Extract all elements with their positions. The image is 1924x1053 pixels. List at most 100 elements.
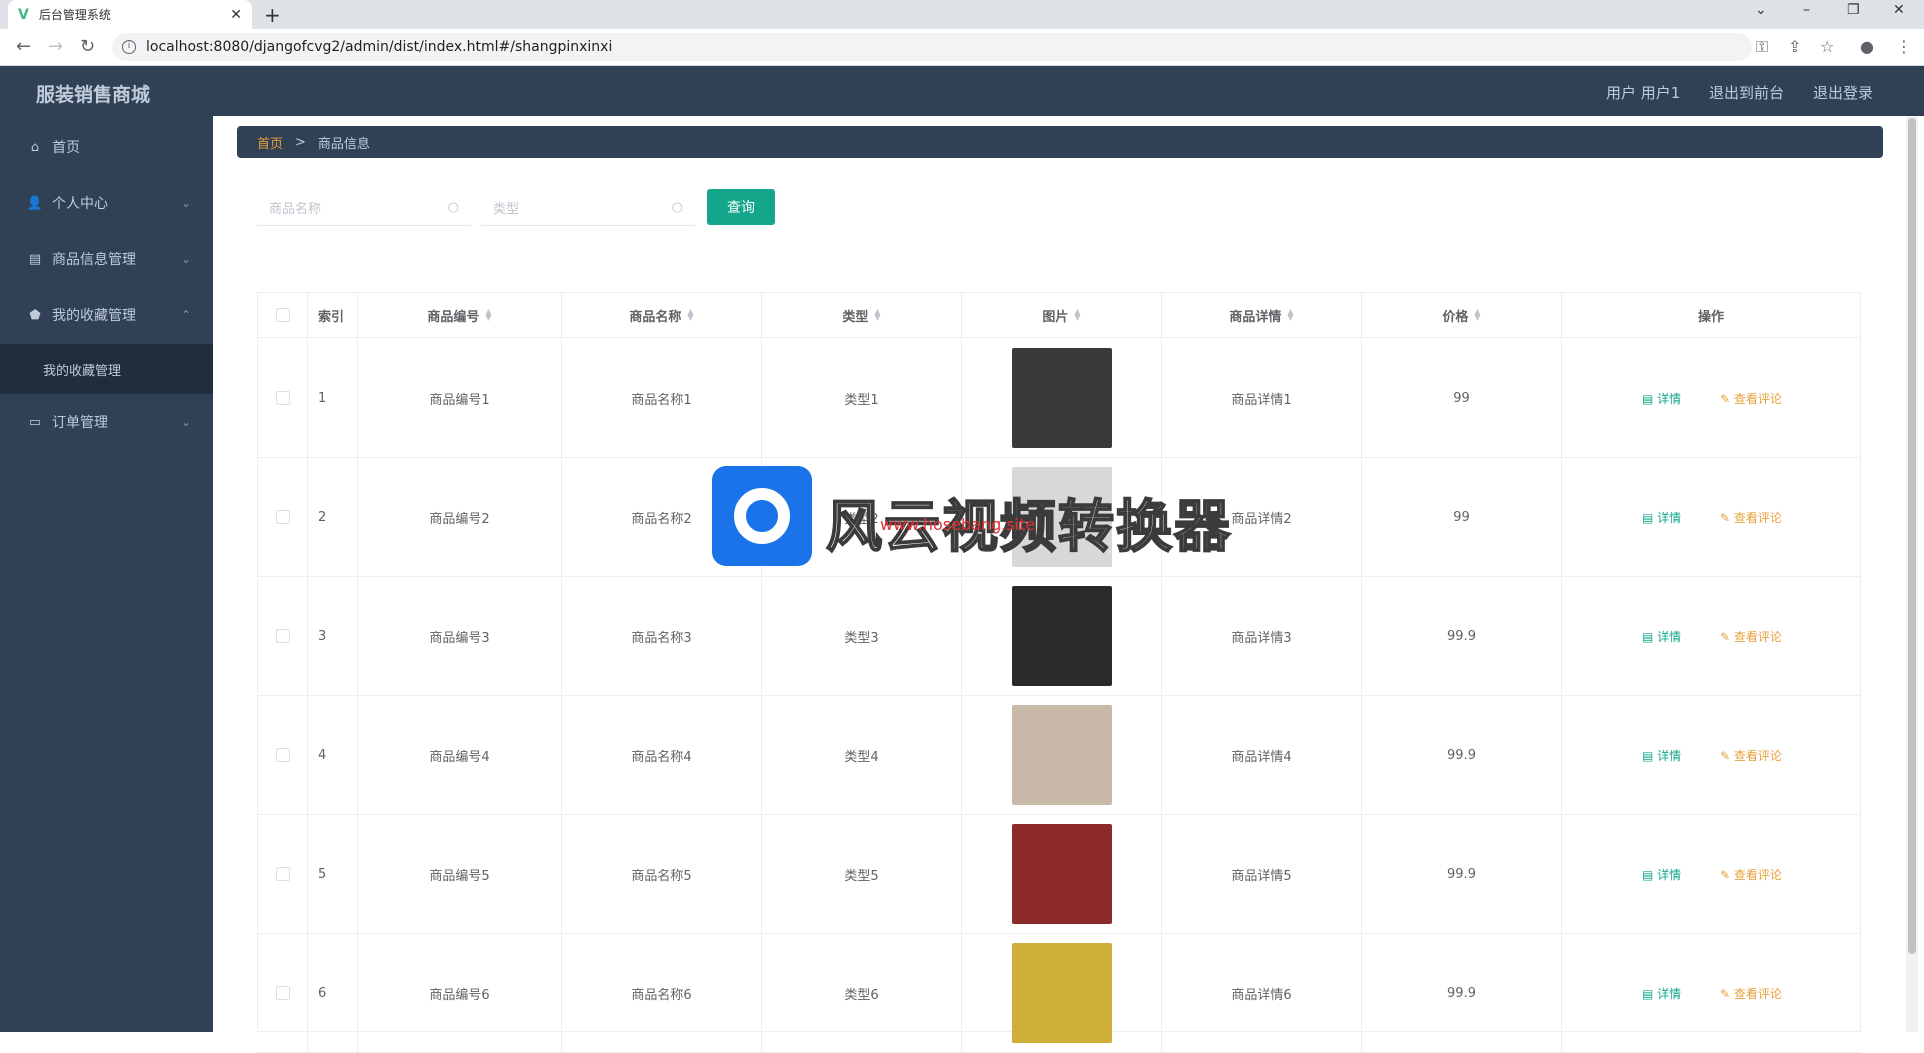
browser-tab[interactable]: V 后台管理系统 ✕ xyxy=(8,0,252,29)
product-name-search-input[interactable]: 商品名称 ○ xyxy=(257,190,471,226)
row-checkbox[interactable] xyxy=(275,391,290,405)
watermark-url: www.hosebang.site xyxy=(880,515,1036,534)
sidebar-item-favorites[interactable]: ⬟ 我的收藏管理 ⌃ xyxy=(0,287,213,343)
detail-button[interactable]: ▤ 详情 xyxy=(1642,509,1681,526)
sidebar-item-label: 商品信息管理 xyxy=(52,252,136,268)
view-review-button[interactable]: ✎ 查看评论 xyxy=(1720,509,1782,526)
home-icon: ⌂ xyxy=(30,139,40,155)
table-row: 6 商品编号6 商品名称6 类型6 商品详情6 99.9 ▤ 详情 ✎ 查看评论 xyxy=(258,934,1860,1053)
star-icon[interactable]: ☆ xyxy=(1820,37,1834,56)
detail-button[interactable]: ▤ 详情 xyxy=(1642,390,1681,407)
review-label: 查看评论 xyxy=(1733,629,1782,644)
window-close-icon[interactable]: ✕ xyxy=(1893,2,1905,18)
query-button[interactable]: 查询 xyxy=(707,189,775,225)
tab-list-icon[interactable]: ⌄ xyxy=(1755,2,1767,18)
order-icon: ▭ xyxy=(28,414,42,430)
cell-actions: ▤ 详情 ✎ 查看评论 xyxy=(1562,696,1860,814)
review-label: 查看评论 xyxy=(1733,391,1782,406)
sidebar-item-product-info[interactable]: ▤ 商品信息管理 ⌄ xyxy=(0,231,213,287)
cell-actions: ▤ 详情 ✎ 查看评论 xyxy=(1562,934,1860,1052)
view-review-button[interactable]: ✎ 查看评论 xyxy=(1720,866,1782,883)
header-image[interactable]: 图片 ▲ ▼ xyxy=(962,293,1162,337)
search-placeholder: 类型 xyxy=(493,202,520,217)
view-review-button[interactable]: ✎ 查看评论 xyxy=(1720,985,1782,1002)
cell-name: 商品名称3 xyxy=(562,577,762,695)
header-type[interactable]: 类型 ▲ ▼ xyxy=(762,293,962,337)
cell-actions: ▤ 详情 ✎ 查看评论 xyxy=(1562,815,1860,933)
key-icon[interactable]: ⚿ xyxy=(1756,37,1768,57)
address-bar[interactable]: i localhost:8080/djangofcvg2/admin/dist/… xyxy=(112,33,1752,61)
header-label: 图片 xyxy=(1042,309,1069,325)
view-review-button[interactable]: ✎ 查看评论 xyxy=(1720,628,1782,645)
detail-icon: ▤ xyxy=(1642,629,1658,644)
logout-link[interactable]: 退出登录 xyxy=(1813,82,1873,103)
row-checkbox[interactable] xyxy=(275,629,290,643)
cell-name: 商品名称5 xyxy=(562,815,762,933)
sort-icon[interactable]: ▲ ▼ xyxy=(485,308,491,322)
product-thumbnail[interactable] xyxy=(1011,943,1112,1043)
product-table: 索引 商品编号 ▲ ▼ 商品名称 ▲ ▼ 类型 ▲ ▼ 图片 ▲ ▼ 商品详情 ▲ ▼ 价… xyxy=(257,292,1861,1053)
cell-image xyxy=(962,577,1162,695)
menu-icon[interactable]: ⋮ xyxy=(1896,37,1912,56)
select-all-checkbox[interactable] xyxy=(275,308,290,322)
cell-index: 4 xyxy=(308,696,358,814)
back-icon[interactable]: ← xyxy=(16,36,31,57)
type-search-input[interactable]: 类型 ○ xyxy=(481,190,695,226)
cell-actions: ▤ 详情 ✎ 查看评论 xyxy=(1562,458,1860,576)
back-to-front-link[interactable]: 退出到前台 xyxy=(1709,82,1784,103)
tab-close-icon[interactable]: ✕ xyxy=(230,7,242,23)
review-icon: ✎ xyxy=(1720,986,1734,1001)
view-review-button[interactable]: ✎ 查看评论 xyxy=(1720,390,1782,407)
sidebar-item-label: 我的收藏管理 xyxy=(52,308,136,324)
detail-icon: ▤ xyxy=(1642,391,1658,406)
restore-icon[interactable]: ❐ xyxy=(1847,2,1860,18)
site-info-icon[interactable]: i xyxy=(122,40,136,54)
cell-image xyxy=(962,339,1162,457)
detail-label: 详情 xyxy=(1657,986,1682,1001)
view-review-button[interactable]: ✎ 查看评论 xyxy=(1720,747,1782,764)
reload-icon[interactable]: ↻ xyxy=(80,36,95,57)
detail-label: 详情 xyxy=(1657,867,1682,882)
sidebar-subitem-favorites[interactable]: 我的收藏管理 xyxy=(0,344,213,394)
product-thumbnail[interactable] xyxy=(1011,824,1112,924)
profile-icon[interactable]: ● xyxy=(1860,37,1874,56)
page-scrollbar[interactable] xyxy=(1906,116,1918,1032)
row-checkbox[interactable] xyxy=(275,748,290,762)
sort-icon[interactable]: ▲ ▼ xyxy=(1287,308,1293,322)
cell-code: 商品编号2 xyxy=(358,458,562,576)
review-icon: ✎ xyxy=(1720,867,1734,882)
sort-icon[interactable]: ▲ ▼ xyxy=(874,308,880,322)
header-code[interactable]: 商品编号 ▲ ▼ xyxy=(358,293,562,337)
detail-button[interactable]: ▤ 详情 xyxy=(1642,747,1681,764)
row-select-cell xyxy=(258,458,308,576)
row-checkbox[interactable] xyxy=(275,510,290,524)
detail-button[interactable]: ▤ 详情 xyxy=(1642,628,1681,645)
sort-icon[interactable]: ▲ ▼ xyxy=(687,308,693,322)
cell-detail: 商品详情5 xyxy=(1162,815,1362,933)
sort-icon[interactable]: ▲ ▼ xyxy=(1074,308,1080,322)
forward-icon[interactable]: → xyxy=(48,36,63,57)
product-thumbnail[interactable] xyxy=(1011,705,1112,805)
sort-icon[interactable]: ▲ ▼ xyxy=(1474,308,1480,322)
header-price[interactable]: 价格 ▲ ▼ xyxy=(1362,293,1562,337)
minimize-icon[interactable]: – xyxy=(1803,2,1810,18)
row-checkbox[interactable] xyxy=(275,986,290,1000)
cell-name: 商品名称6 xyxy=(562,934,762,1052)
sidebar-subitem-label: 我的收藏管理 xyxy=(43,363,122,379)
new-tab-icon[interactable]: + xyxy=(264,3,281,27)
scrollbar-thumb[interactable] xyxy=(1908,118,1916,954)
row-checkbox[interactable] xyxy=(275,867,290,881)
product-thumbnail[interactable] xyxy=(1011,586,1112,686)
header-detail[interactable]: 商品详情 ▲ ▼ xyxy=(1162,293,1362,337)
share-icon[interactable]: ⇪ xyxy=(1788,37,1801,56)
breadcrumb-home[interactable]: 首页 xyxy=(257,133,283,152)
detail-label: 详情 xyxy=(1657,391,1682,406)
detail-button[interactable]: ▤ 详情 xyxy=(1642,985,1681,1002)
header-label: 类型 xyxy=(842,309,869,325)
sidebar-item-profile[interactable]: 👤 个人中心 ⌄ xyxy=(0,175,213,231)
detail-button[interactable]: ▤ 详情 xyxy=(1642,866,1681,883)
sidebar-item-orders[interactable]: ▭ 订单管理 ⌄ xyxy=(0,394,213,450)
header-name[interactable]: 商品名称 ▲ ▼ xyxy=(562,293,762,337)
sidebar-item-home[interactable]: ⌂ 首页 xyxy=(0,119,213,175)
product-thumbnail[interactable] xyxy=(1011,348,1112,448)
